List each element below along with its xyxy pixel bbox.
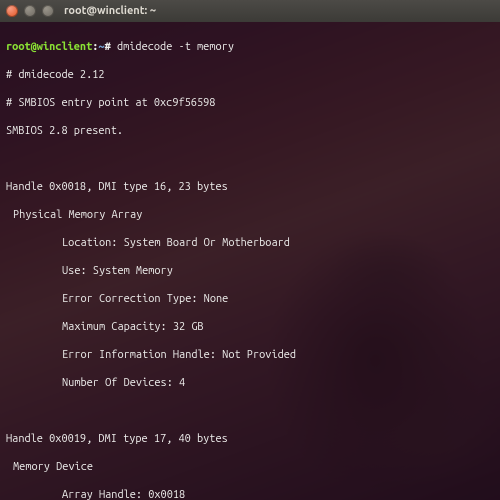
field-line: Error Correction Type: None <box>6 292 494 306</box>
handle-line: Handle 0x0018, DMI type 16, 23 bytes <box>6 180 494 194</box>
blank-line <box>6 152 494 166</box>
minimize-icon[interactable] <box>24 5 36 17</box>
terminal-viewport[interactable]: root@winclient:~# dmidecode -t memory # … <box>0 22 500 500</box>
window-title: root@winclient: ~ <box>64 4 156 18</box>
field-line: Error Information Handle: Not Provided <box>6 348 494 362</box>
maximize-icon[interactable] <box>42 5 54 17</box>
output-line: # SMBIOS entry point at 0xc9f56598 <box>6 96 494 110</box>
close-icon[interactable] <box>6 5 18 17</box>
field-line: Use: System Memory <box>6 264 494 278</box>
blank-line <box>6 404 494 418</box>
command-text: dmidecode -t memory <box>117 41 234 53</box>
prompt-user: root@winclient <box>6 41 92 53</box>
window-titlebar[interactable]: root@winclient: ~ <box>0 0 500 22</box>
handle-line: Handle 0x0019, DMI type 17, 40 bytes <box>6 432 494 446</box>
prompt-sigil: # <box>105 41 111 53</box>
section-title: Memory Device <box>6 460 494 474</box>
field-line: Array Handle: 0x0018 <box>6 488 494 500</box>
field-line: Maximum Capacity: 32 GB <box>6 320 494 334</box>
field-line: Number Of Devices: 4 <box>6 376 494 390</box>
output-line: # dmidecode 2.12 <box>6 68 494 82</box>
output-line: SMBIOS 2.8 present. <box>6 124 494 138</box>
prompt-line: root@winclient:~# dmidecode -t memory <box>6 40 494 54</box>
section-title: Physical Memory Array <box>6 208 494 222</box>
field-line: Location: System Board Or Motherboard <box>6 236 494 250</box>
